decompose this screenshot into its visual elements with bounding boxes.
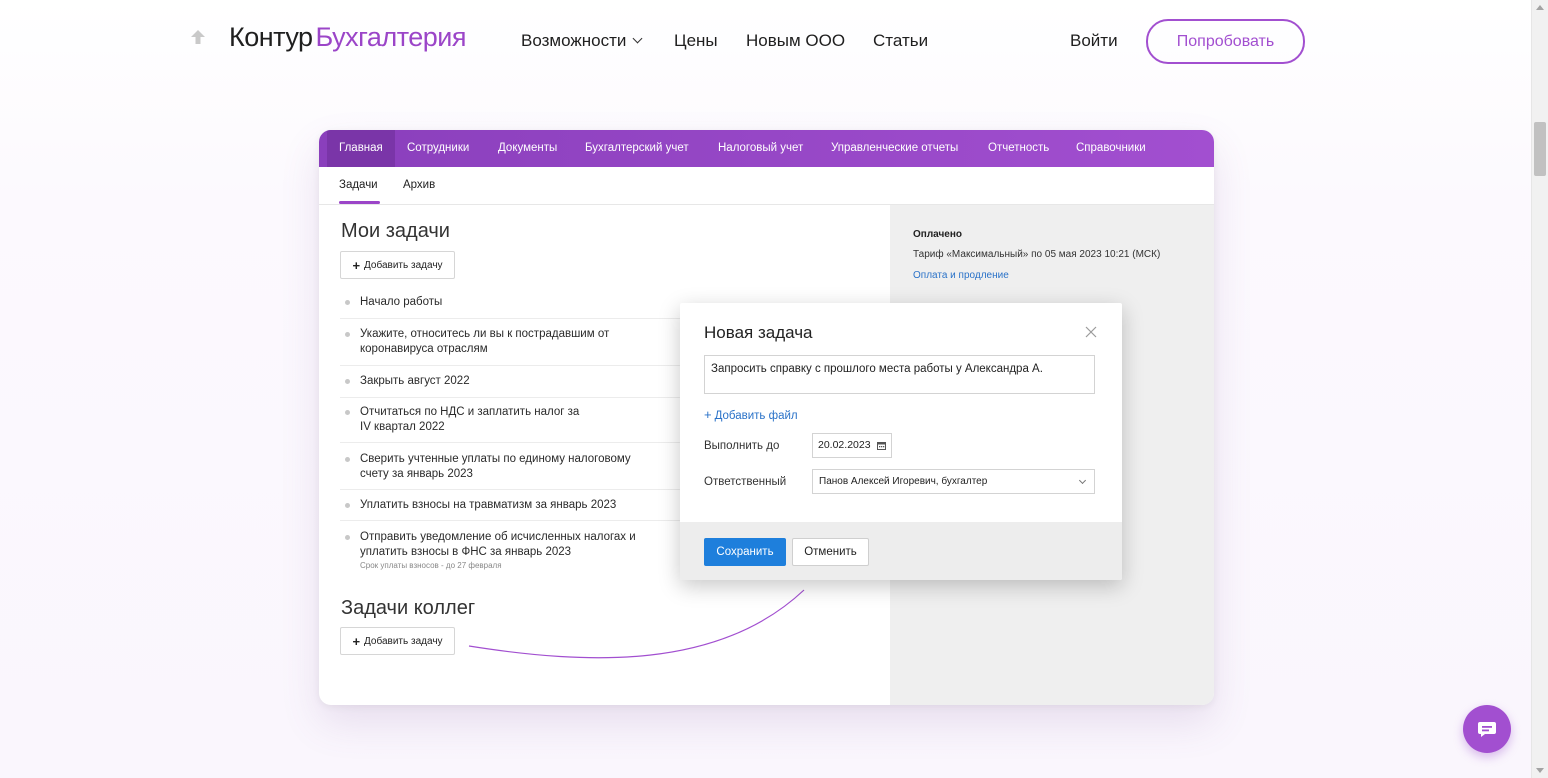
logo[interactable]: Контур Бухгалтерия [229, 22, 467, 53]
scroll-up-icon[interactable] [1536, 5, 1544, 10]
add-file-link[interactable]: + Добавить файл [704, 407, 798, 422]
close-icon[interactable] [1084, 325, 1098, 339]
new-task-dialog: Новая задача Запросить справку с прошлог… [680, 303, 1122, 580]
arrow-up-icon[interactable] [189, 28, 207, 46]
nav-features-label: Возможности [521, 31, 627, 50]
try-button[interactable]: Попробовать [1146, 19, 1305, 64]
nav-features[interactable]: Возможности [521, 31, 643, 51]
chevron-down-icon [632, 33, 643, 44]
responsible-select[interactable]: Панов Алексей Игоревич, бухгалтер [812, 469, 1095, 494]
cancel-button[interactable]: Отменить [792, 538, 869, 566]
app-screenshot: Главная Сотрудники Документы Бухгалтерск… [319, 130, 1214, 705]
login-link[interactable]: Войти [1070, 31, 1118, 51]
due-date-label: Выполнить до [704, 440, 780, 452]
nav-new-llc[interactable]: Новым ООО [746, 31, 845, 51]
dialog-footer: Сохранить Отменить [680, 522, 1122, 580]
chat-icon [1478, 722, 1496, 737]
logo-accent: Бухгалтерия [315, 22, 467, 52]
logo-main: Контур [229, 22, 313, 52]
due-date-value: 20.02.2023 [818, 439, 871, 451]
scroll-down-icon[interactable] [1536, 768, 1544, 773]
due-date-input[interactable]: 20.02.2023 [812, 433, 892, 458]
nav-prices[interactable]: Цены [674, 31, 718, 51]
calendar-icon[interactable] [877, 441, 886, 450]
save-button[interactable]: Сохранить [704, 538, 786, 566]
chevron-down-icon [1078, 476, 1087, 485]
add-file-label: Добавить файл [714, 410, 798, 422]
chat-button[interactable] [1463, 705, 1511, 753]
scroll-thumb[interactable] [1534, 122, 1546, 176]
responsible-label: Ответственный [704, 476, 787, 488]
page-scrollbar[interactable] [1531, 0, 1548, 778]
plus-icon: + [704, 407, 712, 422]
nav-articles[interactable]: Статьи [873, 31, 928, 51]
dialog-title: Новая задача [704, 323, 813, 342]
task-text-input[interactable]: Запросить справку с прошлого места работ… [704, 355, 1095, 394]
responsible-value: Панов Алексей Игоревич, бухгалтер [819, 476, 988, 487]
